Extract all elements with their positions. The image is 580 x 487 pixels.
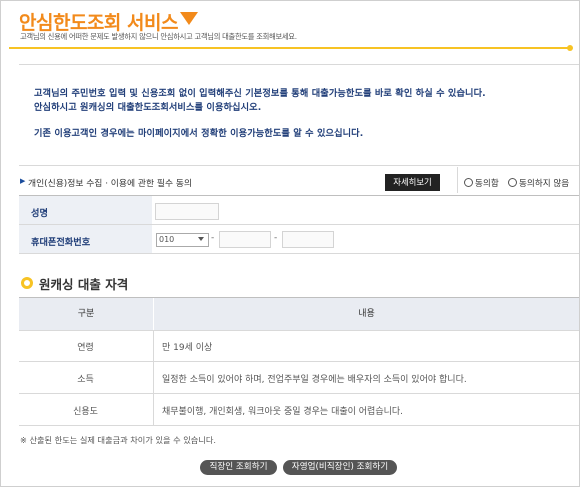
table-row-category: 소득 [77, 375, 94, 385]
title-arrow-icon [180, 12, 198, 25]
phone-dash-2: - [274, 233, 278, 243]
header-divider [9, 47, 571, 49]
table-row-divider [19, 361, 579, 362]
table-row-content: 만 19세 이상 [162, 343, 213, 353]
self-employed-inquiry-button[interactable]: 자영업(비직장인) 조회하기 [283, 460, 397, 475]
name-input[interactable] [155, 203, 219, 220]
phone-last-input[interactable] [282, 231, 334, 248]
radio-circle-icon[interactable] [508, 178, 517, 187]
bullet-arrow-icon: ▶ [20, 177, 26, 185]
table-header-content: 내용 [154, 298, 579, 330]
agree-label: 동의함 [475, 179, 499, 189]
phone-label: 휴대폰전화번호 [31, 237, 91, 248]
notice-line-1: 고객님의 주민번호 입력 및 신용조회 없이 입력해주신 기본정보를 통해 대출… [34, 88, 486, 99]
table-bottom-border [19, 425, 579, 426]
page-title: 안심한도조회 서비스 [19, 12, 178, 34]
table-header-bottom [19, 330, 579, 331]
disagree-label: 동의하지 않음 [519, 179, 570, 189]
table-row-category: 신용도 [73, 407, 98, 417]
name-label: 성명 [31, 208, 48, 219]
table-row-content: 일정한 소득이 있어야 하며, 전업주부일 경우에는 배우자의 소득이 있어야 … [162, 375, 467, 385]
employee-inquiry-button[interactable]: 직장인 조회하기 [200, 460, 277, 475]
page-subtitle: 고객님의 신용에 어떠한 문제도 발생하지 않으니 안심하시고 고객님의 대출한… [20, 32, 297, 41]
radio-circle-icon[interactable] [464, 178, 473, 187]
table-row-category: 연령 [77, 343, 94, 353]
disagree-radio[interactable]: 동의하지 않음 [508, 177, 569, 189]
table-column-separator [153, 331, 154, 425]
section-bullet-icon [21, 277, 33, 289]
table-header-separator [153, 298, 154, 330]
section-title: 원캐싱 대출 자격 [39, 277, 129, 292]
notice-line-3: 기존 이용고객인 경우에는 마이페이지에서 정확한 이용가능한도를 알 수 있으… [34, 128, 364, 139]
notice-bottom-border [19, 165, 579, 166]
phone-dash-1: - [211, 233, 215, 243]
header-divider-dot [567, 45, 573, 51]
table-row-divider [19, 393, 579, 394]
agree-radio[interactable]: 동의함 [464, 177, 499, 189]
phone-middle-input[interactable] [219, 231, 271, 248]
notice-line-2: 안심하시고 원캐싱의 대출한도조회서비스를 이용하십시오. [34, 102, 262, 113]
table-header-category: 구분 [19, 298, 153, 330]
table-row-content: 채무불이행, 개인회생, 워크아웃 중일 경우는 대출이 어렵습니다. [162, 407, 404, 417]
notice-top-border [19, 64, 579, 65]
footnote: ※ 산출된 한도는 실제 대출금과 차이가 있을 수 있습니다. [20, 435, 216, 445]
consent-separator [457, 167, 458, 193]
detail-view-button[interactable]: 자세히보기 [385, 174, 440, 191]
form-bottom-border [19, 253, 579, 254]
page-frame: 안심한도조회 서비스 고객님의 신용에 어떠한 문제도 발생하지 않으니 안심하… [0, 0, 580, 487]
chevron-down-icon [198, 237, 204, 241]
consent-label: 개인(신용)정보 수집 · 이용에 관한 필수 동의 [28, 179, 193, 189]
